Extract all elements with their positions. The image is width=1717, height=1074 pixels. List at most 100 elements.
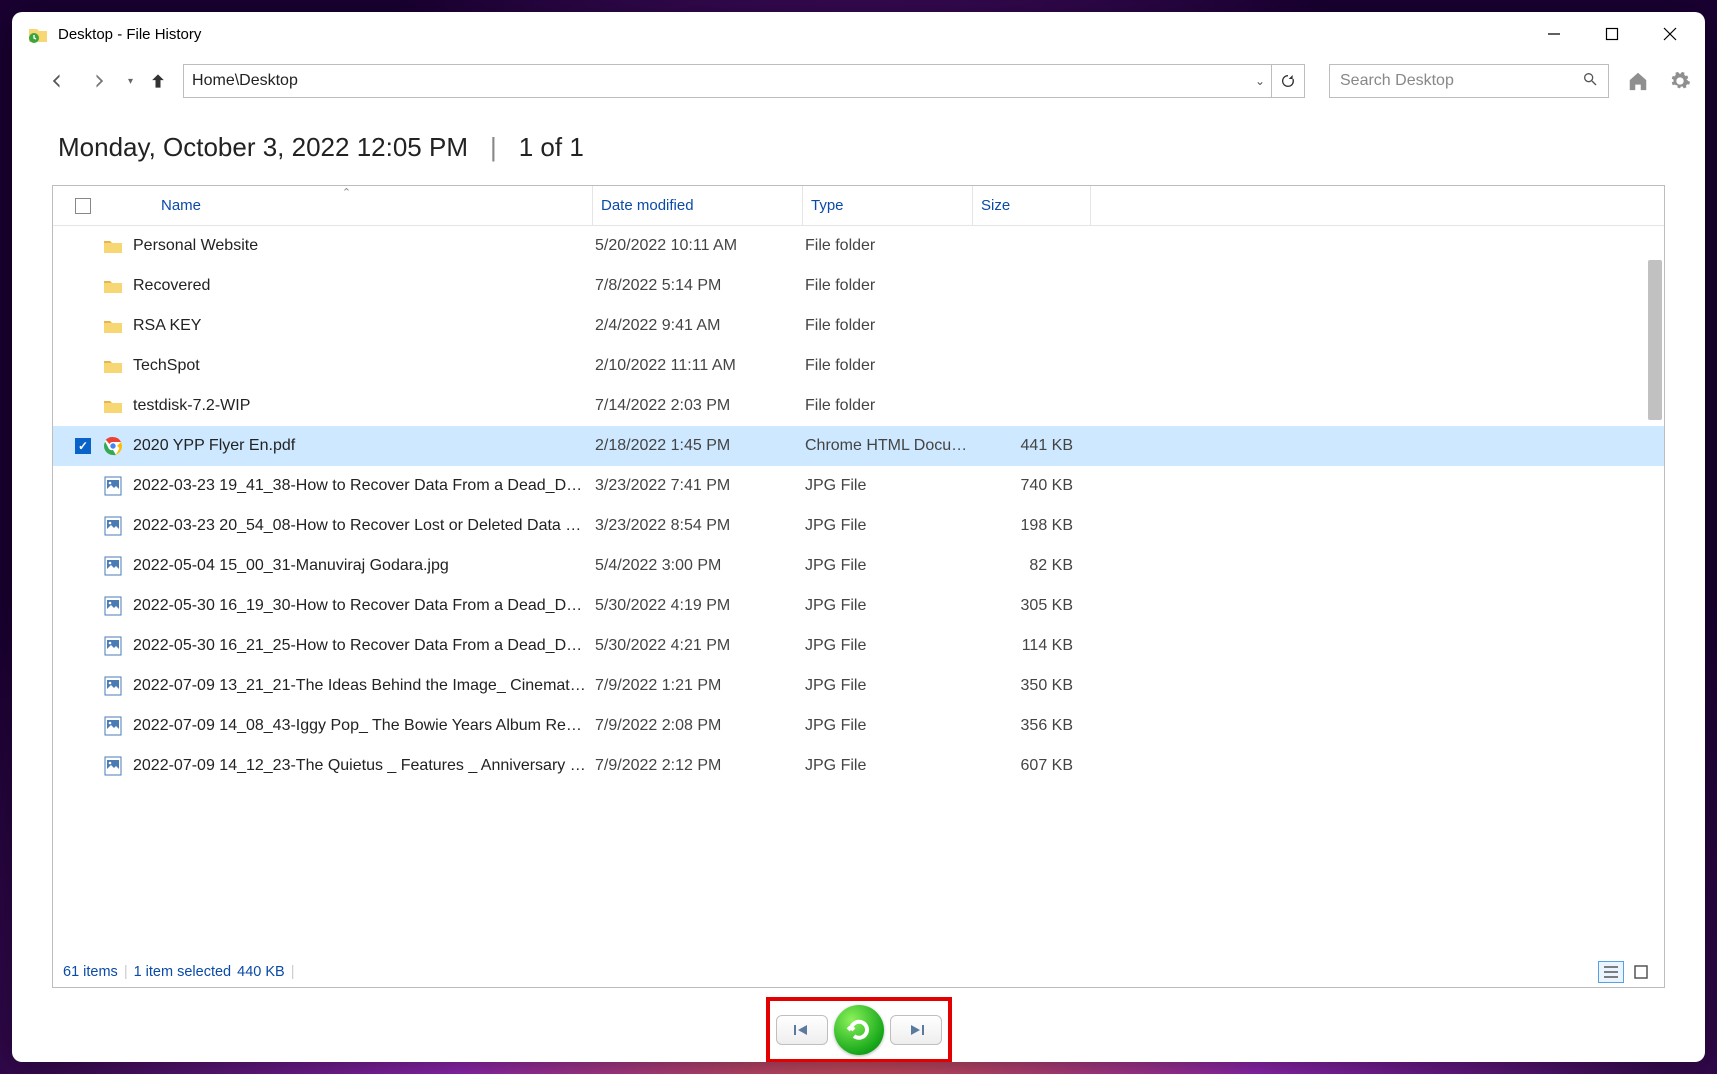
table-row[interactable]: 2022-07-09 14_08_43-Iggy Pop_ The Bowie … bbox=[53, 706, 1664, 746]
file-name: 2022-07-09 14_08_43-Iggy Pop_ The Bowie … bbox=[133, 717, 595, 735]
search-input[interactable]: Search Desktop bbox=[1329, 64, 1609, 98]
select-all-checkbox[interactable] bbox=[53, 186, 101, 225]
jpg-icon bbox=[101, 476, 125, 496]
folder-icon bbox=[101, 238, 125, 254]
column-name[interactable]: ⌃ Name bbox=[101, 186, 593, 225]
table-row[interactable]: testdisk-7.2-WIP7/14/2022 2:03 PMFile fo… bbox=[53, 386, 1664, 426]
file-date: 7/14/2022 2:03 PM bbox=[595, 397, 805, 415]
column-type[interactable]: Type bbox=[803, 186, 973, 225]
file-date: 7/8/2022 5:14 PM bbox=[595, 277, 805, 295]
scrollbar-thumb[interactable] bbox=[1648, 260, 1662, 420]
previous-version-button[interactable] bbox=[776, 1015, 828, 1045]
restore-control-highlight bbox=[766, 997, 952, 1062]
file-date: 2/18/2022 1:45 PM bbox=[595, 437, 805, 455]
jpg-icon bbox=[101, 516, 125, 536]
file-name: Recovered bbox=[133, 277, 595, 295]
address-bar-wrap: Home\Desktop ⌄ bbox=[183, 64, 1305, 98]
file-type: File folder bbox=[805, 317, 975, 335]
table-row[interactable]: 2022-07-09 14_12_23-The Quietus _ Featur… bbox=[53, 746, 1664, 786]
file-name: testdisk-7.2-WIP bbox=[133, 397, 595, 415]
refresh-button[interactable] bbox=[1271, 64, 1305, 98]
file-size: 350 KB bbox=[975, 677, 1083, 695]
view-thumbnails-button[interactable] bbox=[1628, 961, 1654, 983]
file-name: Personal Website bbox=[133, 237, 595, 255]
row-checkbox[interactable] bbox=[75, 438, 101, 454]
file-type: File folder bbox=[805, 237, 975, 255]
file-name: RSA KEY bbox=[133, 317, 595, 335]
table-row[interactable]: 2022-05-04 15_00_31-Manuviraj Godara.jpg… bbox=[53, 546, 1664, 586]
view-mode-buttons bbox=[1598, 961, 1654, 983]
status-item-count: 61 items bbox=[63, 964, 118, 980]
table-row[interactable]: TechSpot2/10/2022 11:11 AMFile folder bbox=[53, 346, 1664, 386]
file-date: 3/23/2022 8:54 PM bbox=[595, 517, 805, 535]
file-type: JPG File bbox=[805, 637, 975, 655]
jpg-icon bbox=[101, 556, 125, 576]
file-name: 2022-03-23 20_54_08-How to Recover Lost … bbox=[133, 517, 595, 535]
file-size: 356 KB bbox=[975, 717, 1083, 735]
table-row[interactable]: 2022-03-23 19_41_38-How to Recover Data … bbox=[53, 466, 1664, 506]
folder-icon bbox=[101, 318, 125, 334]
jpg-icon bbox=[101, 636, 125, 656]
file-type: File folder bbox=[805, 397, 975, 415]
file-date: 5/30/2022 4:21 PM bbox=[595, 637, 805, 655]
view-details-button[interactable] bbox=[1598, 961, 1624, 983]
table-row[interactable]: 2022-03-23 20_54_08-How to Recover Lost … bbox=[53, 506, 1664, 546]
version-timestamp: Monday, October 3, 2022 12:05 PM bbox=[58, 132, 468, 163]
home-button[interactable] bbox=[1625, 68, 1651, 94]
file-type: File folder bbox=[805, 357, 975, 375]
version-page: 1 of 1 bbox=[519, 132, 584, 163]
address-bar[interactable]: Home\Desktop ⌄ bbox=[183, 64, 1272, 98]
close-button[interactable] bbox=[1641, 12, 1699, 56]
file-date: 2/10/2022 11:11 AM bbox=[595, 357, 805, 375]
table-row[interactable]: Personal Website5/20/2022 10:11 AMFile f… bbox=[53, 226, 1664, 266]
settings-button[interactable] bbox=[1667, 68, 1693, 94]
restore-button[interactable] bbox=[834, 1005, 884, 1055]
table-row[interactable]: 2022-07-09 13_21_21-The Ideas Behind the… bbox=[53, 666, 1664, 706]
next-version-button[interactable] bbox=[890, 1015, 942, 1045]
table-row[interactable]: RSA KEY2/4/2022 9:41 AMFile folder bbox=[53, 306, 1664, 346]
file-size: 114 KB bbox=[975, 637, 1083, 655]
table-row[interactable]: Recovered7/8/2022 5:14 PMFile folder bbox=[53, 266, 1664, 306]
file-date: 5/20/2022 10:11 AM bbox=[595, 237, 805, 255]
maximize-button[interactable] bbox=[1583, 12, 1641, 56]
file-date: 7/9/2022 2:12 PM bbox=[595, 757, 805, 775]
file-rows[interactable]: Personal Website5/20/2022 10:11 AMFile f… bbox=[53, 226, 1664, 957]
nav-forward-button[interactable] bbox=[82, 64, 116, 98]
file-name: 2020 YPP Flyer En.pdf bbox=[133, 437, 595, 455]
file-list: ⌃ Name Date modified Type Size Personal … bbox=[52, 185, 1665, 988]
search-placeholder: Search Desktop bbox=[1340, 72, 1454, 90]
folder-icon bbox=[101, 358, 125, 374]
table-row[interactable]: 2022-05-30 16_21_25-How to Recover Data … bbox=[53, 626, 1664, 666]
window-controls bbox=[1525, 12, 1699, 56]
file-size: 305 KB bbox=[975, 597, 1083, 615]
file-type: JPG File bbox=[805, 717, 975, 735]
folder-icon bbox=[101, 398, 125, 414]
table-row[interactable]: 2020 YPP Flyer En.pdf2/18/2022 1:45 PMCh… bbox=[53, 426, 1664, 466]
jpg-icon bbox=[101, 756, 125, 776]
header-separator: | bbox=[490, 132, 497, 163]
column-date-modified[interactable]: Date modified bbox=[593, 186, 803, 225]
column-size[interactable]: Size bbox=[973, 186, 1091, 225]
version-nav-controls bbox=[12, 998, 1705, 1062]
address-text: Home\Desktop bbox=[192, 72, 298, 90]
file-name: 2022-07-09 13_21_21-The Ideas Behind the… bbox=[133, 677, 595, 695]
content-area: Monday, October 3, 2022 12:05 PM | 1 of … bbox=[12, 106, 1705, 998]
column-headers: ⌃ Name Date modified Type Size bbox=[53, 186, 1664, 226]
file-type: JPG File bbox=[805, 597, 975, 615]
nav-up-button[interactable] bbox=[141, 64, 175, 98]
jpg-icon bbox=[101, 676, 125, 696]
file-size: 82 KB bbox=[975, 557, 1083, 575]
file-name: 2022-05-30 16_19_30-How to Recover Data … bbox=[133, 597, 595, 615]
file-date: 2/4/2022 9:41 AM bbox=[595, 317, 805, 335]
table-row[interactable]: 2022-05-30 16_19_30-How to Recover Data … bbox=[53, 586, 1664, 626]
sort-indicator-icon: ⌃ bbox=[342, 186, 351, 199]
chrome-icon bbox=[101, 436, 125, 456]
nav-back-button[interactable] bbox=[40, 64, 74, 98]
title-bar: Desktop - File History bbox=[12, 12, 1705, 56]
address-dropdown-icon[interactable]: ⌄ bbox=[1255, 74, 1265, 88]
file-date: 3/23/2022 7:41 PM bbox=[595, 477, 805, 495]
recent-locations-button[interactable]: ▾ bbox=[128, 76, 133, 87]
file-type: JPG File bbox=[805, 517, 975, 535]
minimize-button[interactable] bbox=[1525, 12, 1583, 56]
nav-toolbar: ▾ Home\Desktop ⌄ Search Desktop bbox=[12, 56, 1705, 106]
